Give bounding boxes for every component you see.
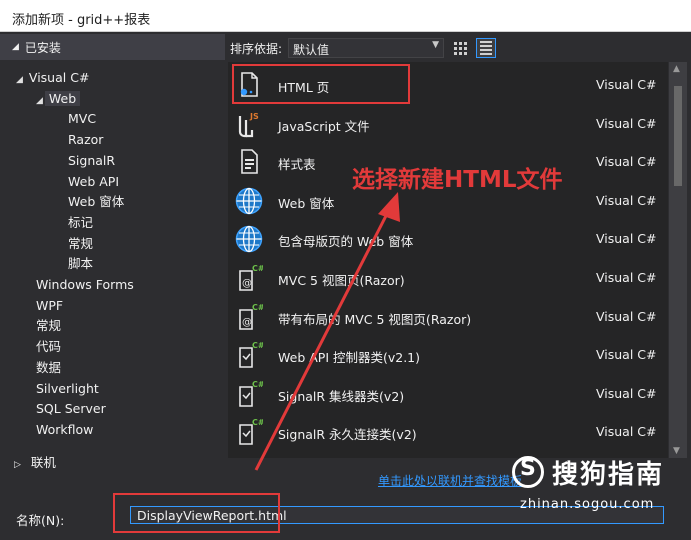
grid-view-icon xyxy=(453,41,467,55)
sort-label: 排序依据: xyxy=(230,41,283,56)
tree-item-label: MVC xyxy=(68,111,97,127)
title-bar: 添加新项 - grid++报表 xyxy=(0,0,691,32)
tree-item-label: 常规 xyxy=(68,235,94,251)
collapse-triangle-icon: ◢ xyxy=(12,42,19,52)
tree-item-label: Web API xyxy=(68,173,120,189)
tree-item-label: WPF xyxy=(36,297,64,313)
html-page-highlight xyxy=(232,64,410,104)
annotation-arrow-icon xyxy=(254,192,400,471)
tree-item-label: 常规 xyxy=(36,318,62,334)
tree-item-label: Windows Forms xyxy=(36,277,134,292)
tree-item[interactable]: Windows Forms xyxy=(36,275,134,295)
grid-view-button[interactable] xyxy=(450,38,470,58)
tree-item[interactable]: SQL Server xyxy=(36,399,106,419)
watermark-domain: zhinan.sogou.com xyxy=(520,497,655,512)
tree-item-label: SQL Server xyxy=(36,401,106,417)
tree-item-label: 数据 xyxy=(36,359,62,375)
svg-text:JS: JS xyxy=(249,112,259,121)
template-language: Visual C# xyxy=(596,115,657,131)
tree-item-label: Razor xyxy=(68,132,104,148)
tree-item-label: 标记 xyxy=(68,214,94,230)
scroll-thumb[interactable] xyxy=(674,86,682,186)
javascript-file-icon: JS xyxy=(234,109,264,139)
online-label: 联机 xyxy=(30,455,56,470)
template-language: Visual C# xyxy=(596,347,657,363)
template-language: Visual C# xyxy=(596,424,657,440)
tree-item-label: 代码 xyxy=(36,339,62,355)
scroll-down-icon[interactable]: ▼ xyxy=(673,446,680,456)
installed-label: 已安装 xyxy=(24,40,61,55)
tree-item[interactable]: Razor xyxy=(68,130,103,150)
tree-item-label: 脚本 xyxy=(68,256,94,272)
tree-item[interactable]: WPF xyxy=(36,296,63,316)
installed-header[interactable]: ◢ 已安装 xyxy=(0,34,225,60)
window-title: 添加新项 - grid++报表 xyxy=(12,13,151,28)
tree-item[interactable]: SignalR xyxy=(68,151,115,171)
list-view-icon xyxy=(480,41,493,55)
tree-item-label: Silverlight xyxy=(36,380,99,396)
tree-item[interactable]: 脚本 xyxy=(68,254,93,274)
tree-item[interactable]: Silverlight xyxy=(36,379,99,399)
template-list-scrollbar[interactable]: ▲ ▼ xyxy=(669,62,687,458)
scroll-up-icon[interactable]: ▲ xyxy=(673,64,680,74)
tree-item[interactable]: 常规 xyxy=(36,316,61,336)
sort-dropdown[interactable]: 默认值 ▼ xyxy=(288,38,445,58)
sogou-logo-letter: S xyxy=(520,456,536,481)
template-language: Visual C# xyxy=(596,154,657,170)
tree-item[interactable]: 常规 xyxy=(68,234,93,254)
tree-item-label: Workflow xyxy=(36,421,94,437)
tree-item[interactable]: 标记 xyxy=(68,213,93,233)
name-label: 名称(N): xyxy=(16,513,65,528)
template-language: Visual C# xyxy=(596,270,657,285)
tree-item[interactable]: 代码 xyxy=(36,337,61,357)
sort-value: 默认值 xyxy=(293,43,330,57)
template-language: Visual C# xyxy=(596,308,657,324)
tree-item-online[interactable]: ▷ 联机 xyxy=(14,452,56,471)
template-language: Visual C# xyxy=(596,231,657,247)
template-name: JavaScript 文件 xyxy=(278,118,370,134)
chevron-down-icon: ▼ xyxy=(432,40,440,50)
tree-item[interactable]: MVC xyxy=(68,109,96,129)
template-row[interactable]: JS JavaScript 文件 Visual C# xyxy=(228,105,668,143)
tree-item-label: Web 窗体 xyxy=(68,194,125,210)
tree-item[interactable]: ◢ Visual C# xyxy=(16,68,89,88)
list-view-button[interactable] xyxy=(476,38,497,58)
sogou-watermark: S 搜狗指南 zhinan.sogou.com xyxy=(512,450,672,520)
expand-triangle-icon: ▷ xyxy=(14,460,21,470)
template-language: Visual C# xyxy=(596,192,657,208)
sort-bar: 排序依据: 默认值 ▼ xyxy=(228,34,691,62)
tree-item-label: SignalR xyxy=(68,152,116,168)
tree-item[interactable]: Web API xyxy=(68,172,119,192)
name-field-highlight xyxy=(113,493,280,533)
tree-item[interactable]: 数据 xyxy=(36,358,61,378)
tree-item[interactable]: Web 窗体 xyxy=(68,192,124,212)
template-language: Visual C# xyxy=(596,385,657,401)
template-name: 样式表 xyxy=(278,157,316,173)
tree-item[interactable]: ◢ Web xyxy=(36,89,81,109)
expand-triangle-icon: ◢ xyxy=(16,75,23,85)
tree-item[interactable]: Workflow xyxy=(36,420,93,440)
tree-item-label: Web xyxy=(44,90,81,106)
category-tree: ◢ Visual C# ◢ Web MVC Razor SignalR Web API Web … xyxy=(0,62,225,480)
stylesheet-icon xyxy=(234,147,264,177)
expand-triangle-icon: ◢ xyxy=(36,95,43,106)
tree-item-label: Visual C# xyxy=(28,70,90,85)
template-language: Visual C# xyxy=(596,77,657,92)
watermark-brand: 搜狗指南 xyxy=(552,460,665,490)
